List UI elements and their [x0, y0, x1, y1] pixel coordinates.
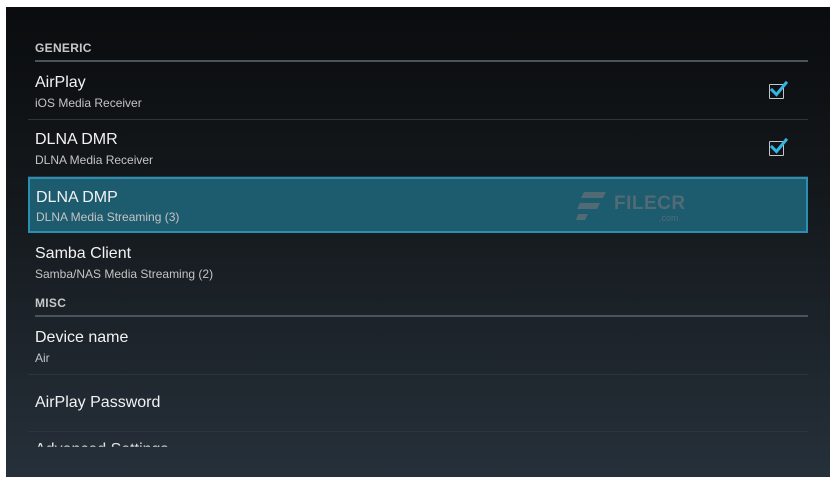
setting-item-samba-client[interactable]: Samba Client Samba/NAS Media Streaming (…: [28, 234, 808, 291]
setting-item-airplay-password[interactable]: AirPlay Password: [28, 375, 808, 432]
setting-item-device-name-title: Device name: [35, 329, 129, 346]
settings-screen: GENERIC AirPlay iOS Media Receiver DLNA …: [6, 7, 830, 477]
checkmark-icon: [769, 137, 789, 154]
setting-item-airplay-title: AirPlay: [35, 74, 86, 91]
section-header-generic-label: GENERIC: [35, 41, 92, 55]
setting-item-dlna-dmp-summary: DLNA Media Streaming (3): [36, 210, 180, 224]
setting-item-dlna-dmr-title: DLNA DMR: [35, 131, 118, 148]
setting-item-dlna-dmp-title: DLNA DMP: [36, 189, 118, 206]
setting-item-dlna-dmr[interactable]: DLNA DMR DLNA Media Receiver: [28, 120, 808, 177]
section-header-generic: GENERIC: [35, 38, 808, 62]
setting-item-device-name[interactable]: Device name Air: [28, 318, 808, 375]
setting-item-dlna-dmr-summary: DLNA Media Receiver: [35, 153, 154, 167]
section-header-misc-label: MISC: [35, 296, 67, 310]
airplay-checkbox[interactable]: [769, 80, 789, 99]
setting-item-airplay-password-title: AirPlay Password: [35, 394, 161, 411]
setting-item-samba-client-title: Samba Client: [35, 245, 132, 262]
setting-item-airplay-summary: iOS Media Receiver: [35, 96, 142, 110]
setting-item-airplay[interactable]: AirPlay iOS Media Receiver: [28, 63, 808, 120]
dlna-dmr-checkbox[interactable]: [769, 137, 789, 156]
section-header-misc: MISC: [35, 293, 808, 317]
setting-item-device-name-summary: Air: [35, 351, 50, 365]
setting-item-samba-client-summary: Samba/NAS Media Streaming (2): [35, 267, 214, 281]
setting-item-dlna-dmp[interactable]: DLNA DMP DLNA Media Streaming (3): [28, 177, 808, 233]
setting-item-advanced-settings-title[interactable]: Advanced Settings: [35, 441, 168, 447]
checkmark-icon: [769, 80, 789, 97]
